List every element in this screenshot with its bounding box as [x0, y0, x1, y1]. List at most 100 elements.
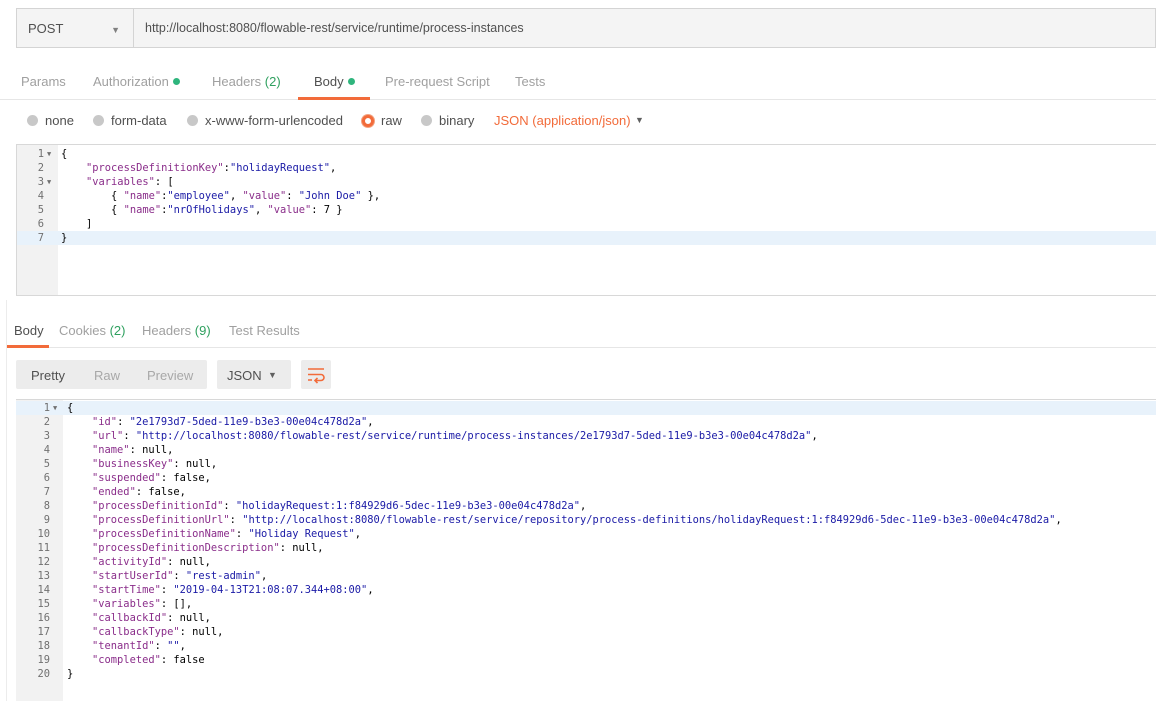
- code-line: 10 "processDefinitionName": "Holiday Req…: [16, 527, 1156, 541]
- line-number: 3: [37, 176, 44, 188]
- line-number: 18: [37, 640, 50, 652]
- line-number: 20: [37, 668, 50, 680]
- code-line: 14 "startTime": "2019-04-13T21:08:07.344…: [16, 583, 1156, 597]
- response-tabs: Body Cookies (2) Headers (9) Test Result…: [6, 310, 1156, 348]
- tab-authorization[interactable]: Authorization: [93, 74, 180, 89]
- code-text: ]: [61, 218, 93, 230]
- code-text: "variables": [: [86, 176, 174, 188]
- line-number: 4: [37, 190, 44, 202]
- line-number: 4: [43, 444, 50, 456]
- code-text: }: [61, 232, 68, 244]
- code-line: 11 "processDefinitionDescription": null,: [16, 541, 1156, 555]
- code-line: 2 "processDefinitionKey":"holidayRequest…: [17, 161, 1156, 175]
- radio-form-data[interactable]: form-data: [93, 113, 167, 128]
- request-body-editor[interactable]: 1 ▼{2 "processDefinitionKey":"holidayRequ…: [16, 144, 1156, 296]
- tab-tests[interactable]: Tests: [515, 74, 545, 89]
- radio-button: [27, 115, 38, 126]
- tab-pre-request-script[interactable]: Pre-request Script: [385, 74, 490, 89]
- method-select[interactable]: POST ▼: [17, 9, 134, 47]
- view-pretty[interactable]: Pretty: [31, 368, 65, 383]
- chevron-down-icon[interactable]: ▼: [635, 115, 644, 125]
- code-line: 12 "activityId": null,: [16, 555, 1156, 569]
- code-text: "url": "http://localhost:8080/flowable-r…: [92, 430, 818, 442]
- line-number: 7: [43, 486, 50, 498]
- url-input[interactable]: http://localhost:8080/flowable-rest/serv…: [134, 9, 1155, 47]
- code-text: "processDefinitionKey":"holidayRequest",: [86, 162, 337, 174]
- tab-cookies[interactable]: Cookies (2): [59, 323, 125, 338]
- line-number: 16: [37, 612, 50, 624]
- line-number: 10: [37, 528, 50, 540]
- code-text: "processDefinitionUrl": "http://localhos…: [92, 514, 1062, 526]
- radio-button: [421, 115, 432, 126]
- code-text: "tenantId": "",: [92, 640, 186, 652]
- wrap-lines-icon: [308, 368, 325, 384]
- code-line: 5 { "name":"nrOfHolidays", "value": 7 }: [17, 203, 1156, 217]
- tab-body[interactable]: Body: [314, 74, 355, 89]
- status-dot: [347, 78, 355, 85]
- code-text: "name": null,: [92, 444, 174, 456]
- code-text: "ended": false,: [92, 486, 186, 498]
- fold-toggle-icon[interactable]: ▼: [47, 147, 51, 161]
- code-text: "processDefinitionName": "Holiday Reques…: [92, 528, 362, 540]
- fold-toggle-icon[interactable]: ▼: [47, 175, 51, 189]
- code-text: "id": "2e1793d7-5ded-11e9-b3e3-00e04c478…: [92, 416, 374, 428]
- line-number: 15: [37, 598, 50, 610]
- code-line: 7}: [17, 231, 1156, 245]
- radio-button-selected: [362, 114, 374, 127]
- response-body-viewer[interactable]: 1 ▼ {2 "id": "2e1793d7-5ded-11e9-b3e3-00e0…: [16, 399, 1156, 701]
- radio-binary[interactable]: binary: [421, 113, 474, 128]
- content-type-select[interactable]: JSON (application/json): [494, 113, 631, 128]
- line-number: 7: [37, 232, 44, 244]
- line-number: 5: [43, 458, 50, 470]
- radio-raw[interactable]: raw: [362, 113, 402, 128]
- radio-button: [187, 115, 198, 126]
- tab-response-body[interactable]: Body: [14, 323, 44, 338]
- line-number: 3: [43, 430, 50, 442]
- code-text: "startUserId": "rest-admin",: [92, 570, 268, 582]
- code-text: {: [67, 402, 74, 414]
- code-line: 4 { "name":"employee", "value": "John Do…: [17, 189, 1156, 203]
- line-number: 6: [43, 472, 50, 484]
- radio-x-www-form-urlencoded[interactable]: x-www-form-urlencoded: [187, 113, 343, 128]
- active-tab-indicator: [6, 345, 49, 348]
- divider: [6, 300, 7, 701]
- code-line: 4 "name": null,: [16, 443, 1156, 457]
- code-line: 18 "tenantId": "",: [16, 639, 1156, 653]
- code-line: 20}: [16, 667, 1156, 681]
- format-select[interactable]: JSON ▼: [217, 360, 291, 389]
- code-line: 6 ]: [17, 217, 1156, 231]
- radio-none[interactable]: none: [27, 113, 74, 128]
- request-tabs: Params Authorization Headers (2) Body Pr…: [0, 64, 1156, 100]
- view-raw[interactable]: Raw: [94, 368, 120, 383]
- code-line: 8 "processDefinitionId": "holidayRequest…: [16, 499, 1156, 513]
- chevron-down-icon: ▼: [111, 25, 120, 35]
- code-text: "activityId": null,: [92, 556, 211, 568]
- fold-toggle-icon[interactable]: ▼: [53, 401, 57, 415]
- tab-params[interactable]: Params: [21, 74, 66, 89]
- line-number: 2: [43, 416, 50, 428]
- code-text: {: [61, 148, 68, 160]
- code-line: 7 "ended": false,: [16, 485, 1156, 499]
- line-number: 1: [43, 402, 50, 414]
- code-line: 17 "callbackType": null,: [16, 625, 1156, 639]
- code-line: 5 "businessKey": null,: [16, 457, 1156, 471]
- code-text: "processDefinitionDescription": null,: [92, 542, 324, 554]
- code-text: "suspended": false,: [92, 472, 211, 484]
- line-number: 11: [37, 542, 50, 554]
- code-text: "processDefinitionId": "holidayRequest:1…: [92, 500, 587, 512]
- line-number: 13: [37, 570, 50, 582]
- tab-response-headers[interactable]: Headers (9): [142, 323, 211, 338]
- tab-headers[interactable]: Headers (2): [212, 74, 281, 89]
- code-line: 15 "variables": [],: [16, 597, 1156, 611]
- body-type-options: none form-data x-www-form-urlencoded raw…: [0, 100, 1156, 142]
- code-text: "callbackType": null,: [92, 626, 224, 638]
- code-text: "variables": [],: [92, 598, 193, 610]
- view-preview[interactable]: Preview: [147, 368, 193, 383]
- request-bar: POST ▼ http://localhost:8080/flowable-re…: [16, 8, 1156, 48]
- code-text: "completed": false: [92, 654, 205, 666]
- wrap-lines-button[interactable]: [301, 360, 331, 389]
- tab-test-results[interactable]: Test Results: [229, 323, 300, 338]
- line-number: 6: [37, 218, 44, 230]
- code-line: 3 ▼ "variables": [: [17, 175, 1156, 189]
- code-text: "callbackId": null,: [92, 612, 211, 624]
